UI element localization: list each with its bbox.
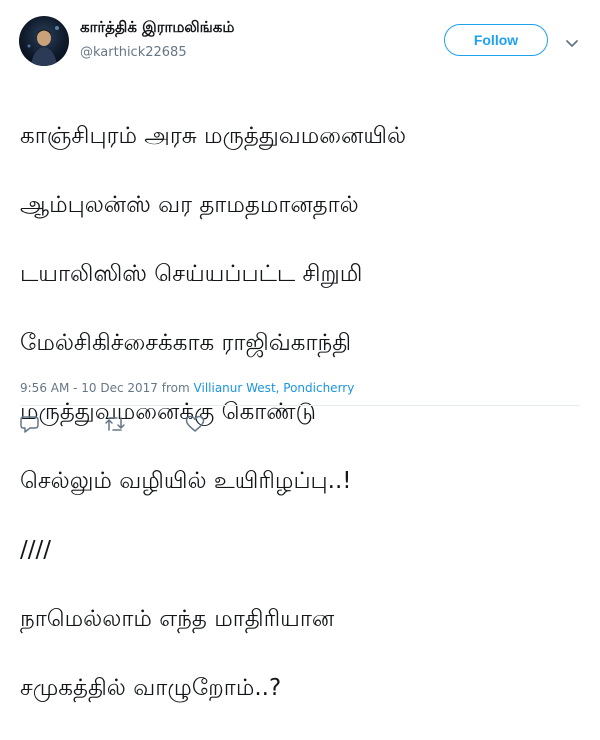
- reply-icon[interactable]: [20, 415, 42, 435]
- tweet-line: மேல்சிகிச்சைக்காக ராஜிவ்காந்தி: [20, 329, 352, 356]
- tweet-line: ////: [20, 536, 51, 563]
- display-name[interactable]: கார்த்திக் இராமலிங்கம்: [80, 18, 234, 38]
- user-handle[interactable]: @karthick22685: [80, 45, 187, 60]
- avatar-image: [27, 26, 59, 66]
- divider: [20, 405, 580, 406]
- retweet-icon[interactable]: [104, 415, 126, 435]
- heart-icon[interactable]: [185, 415, 207, 435]
- timestamp[interactable]: 9:56 AM - 10 Dec 2017: [20, 381, 158, 395]
- avatar[interactable]: [19, 16, 69, 66]
- tweet-line: காஞ்சிபுரம் அரசு மருத்துவமனையில்: [20, 122, 407, 149]
- from-label: from: [161, 381, 190, 395]
- follow-button[interactable]: Follow: [444, 24, 548, 56]
- tweet-line: செல்லும் வழியில் உயிரிழப்பு..!: [20, 467, 352, 494]
- tweet-line: நாமெல்லாம் எந்த மாதிரியான: [20, 605, 335, 632]
- tweet-text: காஞ்சிபுரம் அரசு மருத்துவமனையில் ஆம்புலன…: [20, 84, 590, 740]
- tweet-line: ஆம்புலன்ஸ் வர தாமதமானதால்: [20, 191, 359, 218]
- tweet-line: டயாலிஸிஸ் செய்யப்பட்ட சிறுமி: [20, 260, 363, 287]
- chevron-down-icon[interactable]: [565, 34, 579, 47]
- tweet-metadata: 9:56 AM - 10 Dec 2017 from Villianur Wes…: [20, 381, 354, 395]
- tweet-line: சமுகத்தில் வாழுறோம்..?: [20, 674, 282, 701]
- location-link[interactable]: Villianur West, Pondicherry: [194, 381, 355, 395]
